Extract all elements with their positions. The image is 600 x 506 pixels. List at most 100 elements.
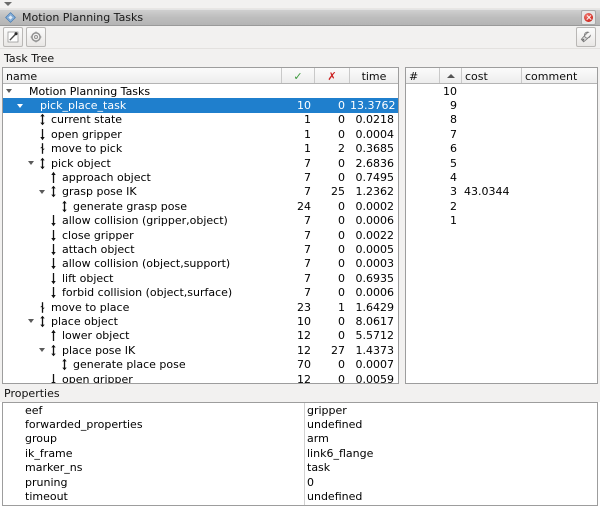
property-row[interactable]: marker_ns task (3, 461, 597, 475)
tree-expander-toggle[interactable] (36, 186, 47, 197)
property-key: eef (25, 403, 43, 417)
task-tree-row-time: 0.0005 (355, 242, 395, 256)
wand-icon (7, 31, 19, 43)
tree-expander-toggle[interactable] (25, 158, 36, 169)
task-tree-pane: name ✓ ✗ time Motion Planning Tasks pick_… (2, 67, 399, 384)
solution-row[interactable]: 4 (406, 170, 597, 184)
task-tree-row-label: generate place pose (73, 358, 186, 372)
solution-row[interactable]: 8 (406, 113, 597, 127)
properties-pane: eef gripper forwarded_properties undefined g… (2, 402, 598, 506)
property-value[interactable]: link6_flange (303, 447, 597, 460)
column-header-number[interactable]: # (406, 68, 440, 83)
property-row[interactable]: group arm (3, 432, 597, 446)
solution-number: 7 (450, 127, 457, 141)
property-key: ik_frame (25, 446, 73, 460)
sort-ascending-icon[interactable] (440, 68, 462, 83)
task-tree-row[interactable]: close gripper 7 0 0.0022 (3, 228, 398, 242)
property-row[interactable]: pruning 0 (3, 475, 597, 489)
task-tree-label: Task Tree (0, 49, 600, 67)
column-header-name[interactable]: name (3, 68, 282, 83)
task-tree-row[interactable]: pick object 7 0 2.6836 (3, 156, 398, 170)
stage-down-icon (51, 287, 56, 299)
property-value[interactable]: 0 (303, 476, 597, 489)
task-tree-row-failed: 0 (338, 171, 345, 185)
task-tree-row[interactable]: current state 1 0 0.0218 (3, 113, 398, 127)
task-tree-row-solved: 1 (304, 142, 311, 156)
task-tree-row-time: 0.0006 (355, 214, 395, 228)
tree-expander-toggle[interactable] (36, 345, 47, 356)
task-tree-row[interactable]: grasp pose IK 7 25 1.2362 (3, 185, 398, 199)
tree-expander-toggle[interactable] (14, 100, 25, 111)
task-tree-row-label: place pose IK (62, 343, 136, 357)
solution-number: 5 (450, 156, 457, 170)
task-tree-row[interactable]: pick_place_task 10 0 13.3762 (3, 98, 398, 113)
task-tree-row[interactable]: lift object 7 0 0.6935 (3, 271, 398, 285)
dock-menu-arrow-icon[interactable] (4, 2, 12, 6)
task-tree-row-time: 0.0007 (355, 358, 395, 372)
settings-button[interactable] (26, 27, 46, 47)
column-header-solved[interactable]: ✓ (282, 68, 315, 83)
column-header-cost[interactable]: cost (462, 68, 522, 83)
solution-row[interactable]: 3 43.0344 (406, 185, 597, 199)
task-tree-row[interactable]: move to pick 1 2 0.3685 (3, 142, 398, 156)
task-tree-row-solved: 12 (297, 329, 311, 343)
task-tree-row-failed: 0 (338, 271, 345, 285)
task-tree-row[interactable]: place object 10 0 8.0617 (3, 314, 398, 328)
solution-number: 10 (443, 84, 457, 98)
properties-column-divider[interactable] (304, 403, 305, 505)
task-tree-row[interactable]: generate place pose 70 0 0.0007 (3, 357, 398, 371)
task-tree-row[interactable]: allow collision (gripper,object) 7 0 0.0006 (3, 214, 398, 228)
solution-row[interactable]: 2 (406, 199, 597, 213)
task-tree-row[interactable]: lower object 12 0 5.5712 (3, 329, 398, 343)
task-tree-row-label: move to pick (51, 142, 123, 156)
task-tree-row-time: 0.0006 (355, 286, 395, 300)
task-tree-row-failed: 0 (338, 286, 345, 300)
task-tree-row[interactable]: place pose IK 12 27 1.4373 (3, 343, 398, 357)
task-tree-row-solved: 7 (304, 171, 311, 185)
property-row[interactable]: forwarded_properties undefined (3, 417, 597, 431)
solution-row[interactable]: 5 (406, 156, 597, 170)
panel-options-button[interactable] (576, 27, 596, 47)
task-tree-row[interactable]: Motion Planning Tasks (3, 84, 398, 98)
solutions-header: # cost comment (406, 68, 597, 84)
task-tree-row[interactable]: approach object 7 0 0.7495 (3, 170, 398, 184)
task-tree-row[interactable]: allow collision (object,support) 7 0 0.0003 (3, 257, 398, 271)
column-header-comment[interactable]: comment (522, 68, 597, 83)
stage-both-icon (51, 186, 56, 198)
task-tree-row[interactable]: open gripper 1 0 0.0004 (3, 127, 398, 141)
property-value[interactable]: task (303, 461, 597, 474)
tree-expander-toggle[interactable] (25, 316, 36, 327)
task-tree-row[interactable]: move to place 23 1 1.6429 (3, 300, 398, 314)
solution-row[interactable]: 1 (406, 214, 597, 228)
task-tree-row[interactable]: attach object 7 0 0.0005 (3, 242, 398, 256)
tree-expander-toggle[interactable] (3, 86, 14, 97)
property-row[interactable]: timeout undefined (3, 489, 597, 503)
task-tree-row[interactable]: forbid collision (object,surface) 7 0 0.000… (3, 285, 398, 299)
property-row[interactable]: ik_frame link6_flange (3, 446, 597, 460)
property-value[interactable]: gripper (303, 404, 597, 417)
exec-task-button[interactable] (3, 27, 23, 47)
properties-label: Properties (0, 384, 600, 402)
task-tree-row-label: open gripper (62, 372, 133, 384)
column-header-time[interactable]: time (350, 68, 398, 83)
solution-row[interactable]: 7 (406, 127, 597, 141)
task-tree-row-label: attach object (62, 242, 135, 256)
solution-row[interactable]: 6 (406, 142, 597, 156)
task-tree-row-time: 0.6935 (355, 271, 395, 285)
task-tree-row-name: pick_place_task (3, 99, 282, 112)
column-header-failed[interactable]: ✗ (315, 68, 350, 83)
task-tree-row-name: move to place (3, 301, 282, 314)
property-value[interactable]: undefined (303, 490, 597, 503)
solution-row[interactable]: 10 (406, 84, 597, 98)
property-value[interactable]: arm (303, 432, 597, 445)
main-split: name ✓ ✗ time Motion Planning Tasks pick_… (0, 67, 600, 384)
task-tree-row[interactable]: generate grasp pose 24 0 0.0002 (3, 199, 398, 213)
property-row[interactable]: eef gripper (3, 403, 597, 417)
solution-row[interactable]: 9 (406, 98, 597, 112)
property-value[interactable]: undefined (303, 418, 597, 431)
close-button[interactable] (581, 10, 596, 25)
task-tree-row[interactable]: open gripper 12 0 0.0059 (3, 372, 398, 384)
task-tree-row-label: pick object (51, 156, 111, 170)
stage-no-icon (25, 99, 38, 112)
stage-down-icon (51, 215, 56, 227)
